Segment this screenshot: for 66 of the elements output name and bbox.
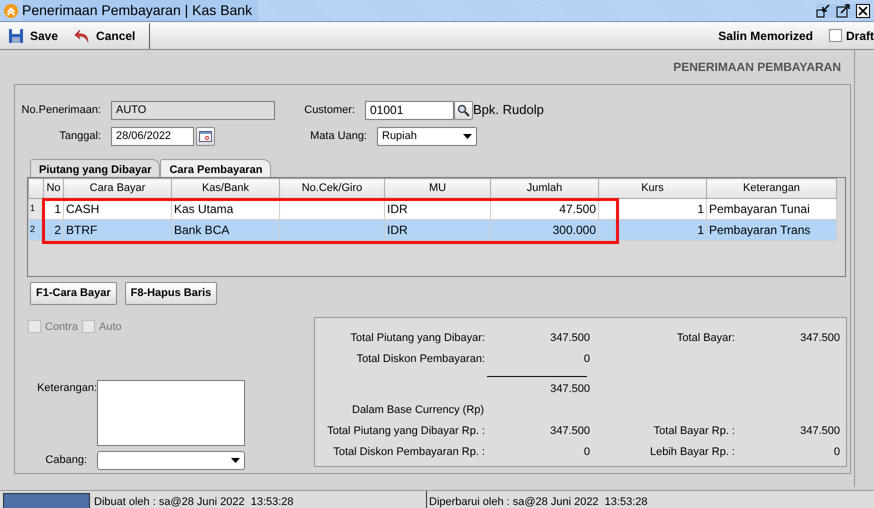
grid-action-button[interactable]: F1-Cara Bayar [30, 282, 117, 304]
app-logo-icon [4, 4, 18, 18]
total-value: 347.500 [549, 424, 590, 440]
field-label: Cabang: [44, 453, 87, 468]
customer-name: Bpk. Rudolp [473, 101, 544, 120]
column-header: Keterangan [706, 178, 836, 198]
total-value: 347.500 [549, 382, 590, 398]
column-header: MU [384, 178, 490, 198]
column-header: Kurs [598, 178, 706, 198]
save-button[interactable]: Save [0, 24, 66, 46]
maximize-icon[interactable] [836, 4, 850, 18]
date-field[interactable]: 28/06/2022 [111, 126, 194, 146]
search-button[interactable] [454, 100, 473, 120]
field-label: Keterangan: [36, 381, 97, 396]
window-title: Penerimaan Pembayaran | Kas Bank [22, 0, 258, 21]
calendar-button[interactable] [196, 126, 215, 146]
column-header: Cara Bayar [64, 178, 172, 198]
field-label: Tanggal: [58, 128, 101, 144]
customer-field[interactable]: 01001 [365, 100, 454, 120]
tab[interactable]: Cara Pembayaran [160, 159, 272, 177]
caret-icon [463, 134, 472, 138]
table-cell: 300.000 [490, 220, 598, 240]
table-cell: BTRF [64, 220, 172, 240]
caret-icon [231, 458, 240, 463]
grid-action-button[interactable]: F8-Hapus Baris [124, 282, 218, 304]
column-header: No [44, 178, 64, 198]
table-cell: IDR [384, 220, 490, 240]
branch-dropdown[interactable] [97, 451, 245, 470]
status-text: Diperbarui oleh : sa@28 Juni 2022 13:53:28 [428, 495, 648, 508]
table-cell: 1 [598, 220, 706, 240]
column-header: No.Cek/Giro [280, 178, 384, 198]
section-heading: Dalam Base Currency (Rp) [352, 403, 484, 418]
total-value: 347.500 [799, 331, 840, 346]
total-value: 0 [582, 445, 590, 460]
restore-icon[interactable] [816, 4, 830, 18]
table-cell: Pembayaran Tunai [706, 198, 836, 220]
cancel-button[interactable]: Cancel [66, 24, 144, 46]
total-value: 0 [832, 445, 840, 460]
currency-dropdown[interactable]: Rupiah [377, 126, 477, 146]
total-label: Total Bayar: [676, 331, 735, 346]
table-cell: Pembayaran Trans [706, 220, 836, 240]
total-value: 347.500 [799, 424, 840, 440]
total-label: Lebih Bayar Rp. : [649, 445, 735, 460]
total-label: Total Diskon Pembayaran: [356, 352, 485, 368]
notes-field[interactable] [97, 380, 245, 446]
number-field[interactable]: AUTO [111, 100, 275, 120]
total-label: Total Diskon Pembayaran Rp. : [332, 445, 485, 460]
total-label: Total Piutang yang Dibayar: [349, 331, 485, 346]
draft-checkbox[interactable]: Draft [828, 26, 874, 44]
salin-memorized-label: Salin Memorized [718, 28, 813, 44]
column-header: Jumlah [490, 178, 598, 198]
tab[interactable]: Piutang yang Dibayar [30, 159, 160, 177]
close-icon[interactable] [856, 4, 870, 18]
table-cell: 1 [598, 198, 706, 220]
field-label: Customer: [303, 102, 355, 118]
total-value: 347.500 [549, 331, 590, 346]
back-arrow-icon [74, 28, 90, 44]
total-value: 0 [582, 352, 590, 368]
field-label: Mata Uang: [309, 128, 367, 144]
form-heading: PENERIMAAN PEMBAYARAN [672, 59, 842, 76]
total-label: Total Piutang yang Dibayar Rp. : [326, 424, 485, 440]
table-cell: Bank BCA [172, 220, 280, 240]
field-label: No.Penerimaan: [20, 102, 101, 118]
total-label: Total Bayar Rp. : [652, 424, 735, 440]
status-text: Dibuat oleh : sa@28 Juni 2022 13:53:28 [92, 491, 427, 508]
column-header: Kas/Bank [172, 178, 280, 198]
